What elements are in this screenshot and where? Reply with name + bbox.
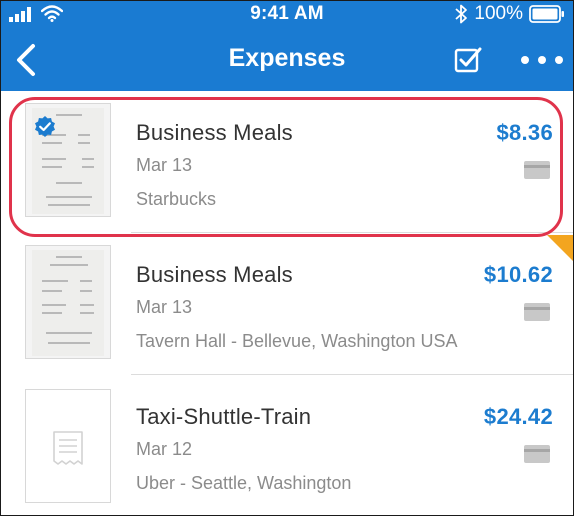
status-right: 100% — [454, 3, 565, 25]
expense-merchant: Starbucks — [136, 189, 217, 209]
more-dots-icon — [538, 56, 546, 64]
credit-card-icon — [524, 445, 550, 463]
receipt-placeholder — [25, 389, 111, 503]
expense-date: Mar 12 — [136, 439, 193, 459]
expense-category: Taxi-Shuttle-Train — [136, 404, 312, 429]
expense-amount: $8.36 — [496, 120, 553, 145]
select-button[interactable] — [453, 45, 483, 75]
bluetooth-icon — [455, 4, 468, 24]
battery-icon — [529, 5, 564, 23]
battery-percent: 100% — [474, 3, 523, 24]
checkbox-icon — [454, 47, 482, 73]
expense-category: Business Meals — [136, 120, 293, 145]
expense-merchant: Uber - Seattle, Washington — [136, 473, 352, 493]
expense-amount: $10.62 — [483, 262, 553, 287]
verified-badge-icon — [35, 116, 55, 137]
more-dots-icon — [521, 56, 529, 64]
app-screen: 9:41 AM 100% Expenses Business Meals $8.… — [0, 0, 574, 516]
more-options-button[interactable] — [519, 47, 565, 73]
credit-card-icon — [524, 161, 550, 179]
more-dots-icon — [555, 56, 563, 64]
expense-date: Mar 13 — [136, 155, 193, 175]
status-bar: 9:41 AM 100% — [1, 1, 573, 27]
receipt-thumbnail — [25, 245, 111, 359]
expense-merchant: Tavern Hall - Bellevue, Washington USA — [136, 331, 458, 351]
expense-row[interactable]: Business Meals $10.62 Mar 13 Tavern Hall… — [1, 233, 573, 375]
expense-category: Business Meals — [136, 262, 293, 287]
expense-date: Mar 13 — [136, 297, 193, 317]
expense-row[interactable]: Taxi-Shuttle-Train $24.42 Mar 12 Uber - … — [1, 375, 573, 515]
expense-amount: $24.42 — [483, 404, 553, 429]
flag-indicator — [547, 235, 573, 261]
expense-row[interactable]: Business Meals $8.36 Mar 13 Starbucks — [1, 91, 573, 233]
page-title: Expenses — [228, 44, 346, 72]
receipt-icon — [53, 431, 83, 465]
nav-bar: Expenses — [1, 35, 573, 85]
credit-card-icon — [524, 303, 550, 321]
app-header: 9:41 AM 100% Expenses — [1, 1, 573, 91]
